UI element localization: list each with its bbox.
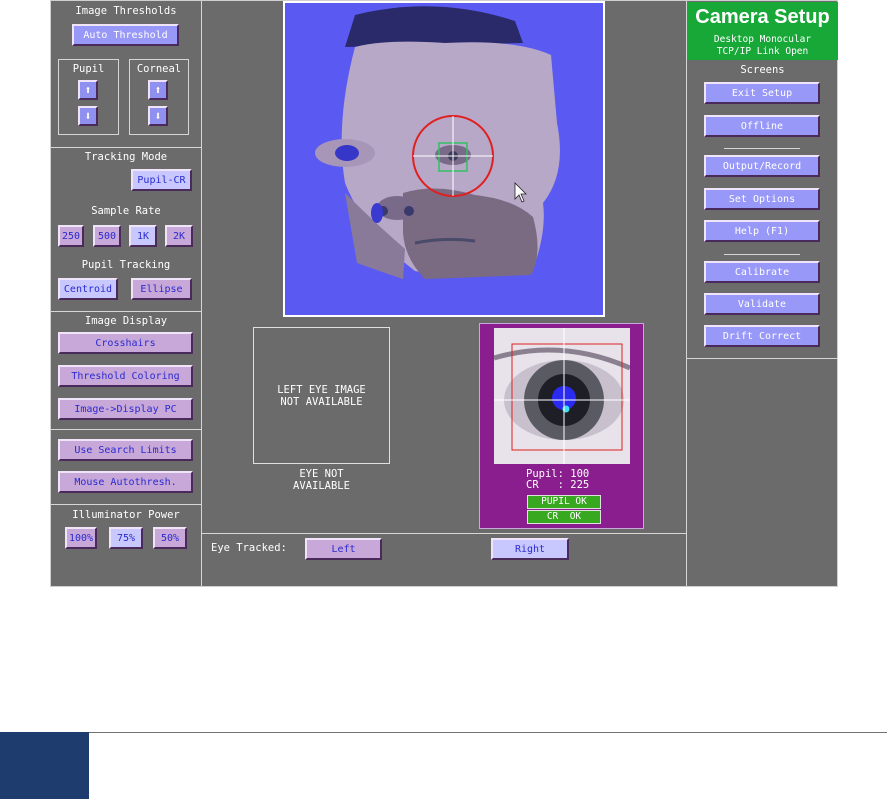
right-panel-border bbox=[686, 1, 687, 586]
arrow-down-icon: ⬇ bbox=[84, 109, 92, 123]
eye-tracked-label: Eye Tracked: bbox=[211, 542, 287, 554]
footer-brand-block bbox=[0, 732, 89, 799]
use-search-limits-button[interactable]: Use Search Limits bbox=[58, 439, 193, 461]
camera-setup-window: Image Thresholds Auto Threshold Pupil ⬆ … bbox=[50, 0, 838, 587]
screens-label: Screens bbox=[740, 64, 785, 76]
right-eye-image bbox=[494, 328, 630, 464]
eye-left-button[interactable]: Left bbox=[305, 538, 382, 560]
illuminator-50-button[interactable]: 50% bbox=[153, 527, 187, 549]
face-image bbox=[285, 3, 603, 315]
arrow-up-icon: ⬆ bbox=[154, 83, 162, 97]
divider bbox=[51, 504, 201, 505]
cr-ok-badge: CR OK bbox=[527, 510, 601, 524]
camera-setup-title: Camera Setup bbox=[695, 6, 830, 28]
arrow-up-icon: ⬆ bbox=[84, 83, 92, 97]
illuminator-power-title: Illuminator Power bbox=[72, 509, 180, 521]
sample-rate-title: Sample Rate bbox=[91, 205, 161, 217]
set-options-button[interactable]: Set Options bbox=[704, 188, 820, 210]
eye-not-available-label: EYE NOT AVAILABLE bbox=[293, 468, 350, 492]
sample-rate-2k-button[interactable]: 2K bbox=[165, 225, 193, 247]
divider bbox=[201, 533, 686, 534]
image-display-pc-button[interactable]: Image->Display PC bbox=[58, 398, 193, 420]
tracker-mode-label: Desktop Monocular bbox=[713, 34, 812, 45]
link-status-label: TCP/IP Link Open bbox=[716, 46, 809, 57]
mouse-autothresh-button[interactable]: Mouse Autothresh. bbox=[58, 471, 193, 493]
image-display-title: Image Display bbox=[84, 315, 168, 327]
corneal-threshold-down-button[interactable]: ⬇ bbox=[148, 106, 168, 126]
corneal-threshold-up-button[interactable]: ⬆ bbox=[148, 80, 168, 100]
left-panel-border bbox=[201, 1, 202, 586]
pupil-threshold-up-button[interactable]: ⬆ bbox=[78, 80, 98, 100]
image-thresholds-title: Image Thresholds bbox=[75, 5, 177, 17]
sample-rate-1k-button[interactable]: 1K bbox=[129, 225, 157, 247]
pupil-tracking-title: Pupil Tracking bbox=[81, 259, 171, 271]
pupil-ok-badge: PUPIL OK bbox=[527, 495, 601, 509]
pupil-threshold-down-button[interactable]: ⬇ bbox=[78, 106, 98, 126]
divider bbox=[51, 429, 201, 430]
illuminator-100-button[interactable]: 100% bbox=[65, 527, 97, 549]
footer-rule bbox=[0, 732, 887, 733]
divider bbox=[724, 148, 800, 149]
calibrate-button[interactable]: Calibrate bbox=[704, 261, 820, 283]
eye-image bbox=[494, 328, 630, 464]
arrow-down-icon: ⬇ bbox=[154, 109, 162, 123]
pupil-tracking-ellipse-button[interactable]: Ellipse bbox=[131, 278, 192, 300]
pupil-threshold-label: Pupil bbox=[72, 63, 105, 75]
tracking-mode-title: Tracking Mode bbox=[84, 151, 168, 163]
sample-rate-500-button[interactable]: 500 bbox=[93, 225, 121, 247]
auto-threshold-button[interactable]: Auto Threshold bbox=[72, 24, 179, 46]
crosshairs-button[interactable]: Crosshairs bbox=[58, 332, 193, 354]
corneal-threshold-label: Corneal bbox=[136, 63, 182, 75]
threshold-coloring-button[interactable]: Threshold Coloring bbox=[58, 365, 193, 387]
exit-setup-button[interactable]: Exit Setup bbox=[704, 82, 820, 104]
divider bbox=[724, 254, 800, 255]
divider bbox=[687, 358, 838, 359]
drift-correct-button[interactable]: Drift Correct bbox=[704, 325, 820, 347]
output-record-button[interactable]: Output/Record bbox=[704, 155, 820, 177]
divider bbox=[51, 311, 201, 312]
cr-value: CR : 225 bbox=[526, 479, 590, 491]
eye-right-button[interactable]: Right bbox=[491, 538, 569, 560]
illuminator-75-button[interactable]: 75% bbox=[109, 527, 143, 549]
sample-rate-250-button[interactable]: 250 bbox=[58, 225, 84, 247]
right-eye-panel: Pupil: 100 CR : 225 PUPIL OK CR OK bbox=[479, 323, 644, 529]
help-button[interactable]: Help (F1) bbox=[704, 220, 820, 242]
tracking-mode-button[interactable]: Pupil-CR bbox=[131, 169, 192, 191]
camera-view-image[interactable] bbox=[283, 1, 605, 317]
camera-setup-header: Camera Setup Desktop Monocular TCP/IP Li… bbox=[687, 2, 838, 60]
offline-button[interactable]: Offline bbox=[704, 115, 820, 137]
validate-button[interactable]: Validate bbox=[704, 293, 820, 315]
left-eye-unavailable-message: LEFT EYE IMAGE NOT AVAILABLE bbox=[277, 384, 366, 408]
pupil-tracking-centroid-button[interactable]: Centroid bbox=[58, 278, 118, 300]
divider bbox=[51, 147, 201, 148]
left-eye-image-box: LEFT EYE IMAGE NOT AVAILABLE bbox=[253, 327, 390, 464]
